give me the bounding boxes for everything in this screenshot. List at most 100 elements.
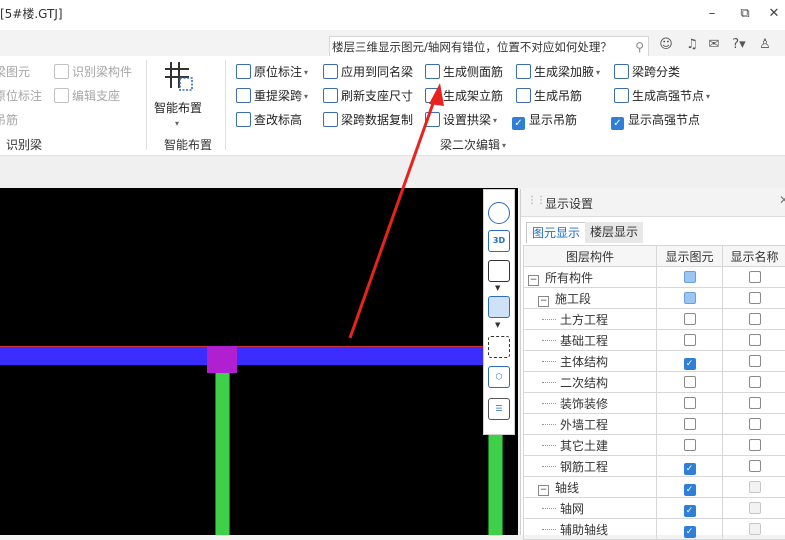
edit-support-button[interactable]: 编辑支座 xyxy=(54,86,120,106)
chevron-down-icon[interactable]: ▼ xyxy=(495,284,500,292)
table-row[interactable]: −施工段 xyxy=(524,288,785,309)
in-situ-mark-disabled-button[interactable]: 原位标注 xyxy=(0,86,42,106)
orbit-icon[interactable] xyxy=(488,202,510,224)
column-element-right[interactable] xyxy=(488,434,503,535)
component-view-icon[interactable]: ⬡ xyxy=(488,366,510,388)
panel-header: ⋮⋮ 显示设置 ✕ xyxy=(521,189,785,217)
show-name-checkbox[interactable] xyxy=(749,523,761,535)
settings-list-icon[interactable]: ☰ xyxy=(488,398,510,420)
generate-side-rebar-button[interactable]: 生成侧面筋 xyxy=(425,62,503,82)
apply-same-name-beam-button[interactable]: 应用到同名梁 xyxy=(323,62,413,82)
tree-line xyxy=(542,361,556,362)
show-name-checkbox[interactable] xyxy=(749,271,761,283)
show-name-checkbox[interactable] xyxy=(749,355,761,367)
show-element-checkbox[interactable] xyxy=(684,439,696,451)
tab-element-display[interactable]: 图元显示 xyxy=(526,222,586,243)
refresh-support-size-button[interactable]: 刷新支座尺寸 xyxy=(323,86,413,106)
show-element-checkbox[interactable] xyxy=(684,292,696,304)
close-icon[interactable]: ✕ xyxy=(779,193,785,207)
layer-label: 二次结构 xyxy=(560,376,608,390)
show-element-checkbox[interactable]: ✓ xyxy=(684,484,696,496)
show-element-checkbox[interactable] xyxy=(684,418,696,430)
maximize-button[interactable]: ⧉ xyxy=(733,4,757,24)
collapse-toggle-icon[interactable]: − xyxy=(528,275,539,286)
show-element-checkbox[interactable] xyxy=(684,376,696,388)
show-element-checkbox[interactable] xyxy=(684,271,696,283)
show-element-checkbox[interactable] xyxy=(684,334,696,346)
table-row[interactable]: 土方工程 xyxy=(524,309,785,330)
check-elevation-button[interactable]: 查改标高 xyxy=(236,110,302,130)
user-icon[interactable]: ☺ xyxy=(658,36,674,54)
show-name-checkbox[interactable] xyxy=(749,313,761,325)
table-row[interactable]: 外墙工程 xyxy=(524,414,785,435)
column-beam-joint[interactable] xyxy=(207,346,237,373)
show-element-checkbox[interactable]: ✓ xyxy=(684,526,696,538)
group-label-beam-edit[interactable]: 梁二次编辑▾ xyxy=(440,136,506,153)
shirt-icon[interactable]: ♙ xyxy=(757,36,773,54)
generate-haunch-button[interactable]: 生成梁加腋▾ xyxy=(516,62,600,82)
chevron-down-icon[interactable]: ▼ xyxy=(495,321,500,329)
show-name-checkbox[interactable] xyxy=(749,481,761,493)
span-classify-button[interactable]: 梁跨分类 xyxy=(614,62,680,82)
table-row[interactable]: −轴线✓ xyxy=(524,477,785,498)
cube-view-icon[interactable] xyxy=(488,260,510,282)
smart-layout-dropdown-icon[interactable]: ▾ xyxy=(175,114,179,134)
table-row[interactable]: 轴网✓ xyxy=(524,498,785,519)
close-button[interactable]: ✕ xyxy=(762,4,785,24)
show-name-checkbox[interactable] xyxy=(749,418,761,430)
tab-floor-display[interactable]: 楼层显示 xyxy=(585,222,643,243)
select-frame-icon[interactable] xyxy=(488,336,510,358)
show-name-checkbox[interactable] xyxy=(749,292,761,304)
show-name-checkbox[interactable] xyxy=(749,439,761,451)
drag-grip-icon[interactable]: ⋮⋮ xyxy=(527,195,545,206)
show-element-checkbox[interactable]: ✓ xyxy=(684,463,696,475)
set-arch-beam-button[interactable]: 设置拱梁▾ xyxy=(425,110,497,130)
generate-high-strength-node-button[interactable]: 生成高强节点▾ xyxy=(614,86,710,106)
checkbox-checked-icon: ✓ xyxy=(611,117,624,130)
collapse-toggle-icon[interactable]: − xyxy=(538,485,549,496)
table-row[interactable]: 钢筋工程✓ xyxy=(524,456,785,477)
minimize-button[interactable]: – xyxy=(700,4,724,24)
column-element[interactable] xyxy=(215,373,230,535)
beam-element-button[interactable]: 梁图元 xyxy=(0,62,30,82)
show-element-checkbox[interactable]: ✓ xyxy=(684,505,696,517)
window-title: [5#楼.GTJ] xyxy=(0,5,63,22)
apply-icon xyxy=(323,64,338,79)
table-row[interactable]: 二次结构 xyxy=(524,372,785,393)
copy-span-data-button[interactable]: 梁跨数据复制 xyxy=(323,110,413,130)
show-name-checkbox[interactable] xyxy=(749,376,761,388)
search-input[interactable]: 楼层三维显示图元/轴网有错位，位置不对应如何处理？ ⚲ xyxy=(329,36,649,58)
show-element-checkbox[interactable] xyxy=(684,313,696,325)
3d-view-icon[interactable]: 3D xyxy=(488,230,510,252)
table-row[interactable]: −所有构件 xyxy=(524,267,785,288)
cube-solid-icon[interactable] xyxy=(488,296,510,318)
show-hanger-checkbox[interactable]: ✓显示吊筋 xyxy=(512,110,577,130)
in-situ-mark-button[interactable]: 原位标注▾ xyxy=(236,62,308,82)
smart-layout-icon[interactable] xyxy=(163,60,193,94)
help-icon[interactable]: ?▾ xyxy=(731,36,747,54)
table-row[interactable]: 主体结构✓ xyxy=(524,351,785,372)
show-element-checkbox[interactable]: ✓ xyxy=(684,358,696,370)
show-element-checkbox[interactable] xyxy=(684,397,696,409)
generate-erection-rebar-button[interactable]: 生成架立筋 xyxy=(425,86,503,106)
relift-span-button[interactable]: 重提梁跨▾ xyxy=(236,86,308,106)
show-name-checkbox[interactable] xyxy=(749,334,761,346)
search-icon[interactable]: ⚲ xyxy=(633,37,644,57)
identify-beam-component-button[interactable]: 识别梁构件 xyxy=(54,62,132,82)
tree-line xyxy=(542,382,556,383)
show-high-strength-node-checkbox[interactable]: ✓显示高强节点 xyxy=(611,110,700,130)
table-row[interactable]: 装饰装修 xyxy=(524,393,785,414)
headset-icon[interactable]: ♫ xyxy=(684,36,700,54)
show-name-checkbox[interactable] xyxy=(749,397,761,409)
show-name-checkbox[interactable] xyxy=(749,460,761,472)
table-row[interactable]: 其它土建 xyxy=(524,435,785,456)
beam-element[interactable] xyxy=(0,346,483,365)
message-icon[interactable]: ✉ xyxy=(706,36,722,54)
generate-hanger-button[interactable]: 生成吊筋 xyxy=(516,86,582,106)
show-name-cell xyxy=(723,477,785,498)
table-row[interactable]: 辅助轴线✓ xyxy=(524,519,785,540)
hanger-disabled-button[interactable]: 吊筋 xyxy=(0,110,18,130)
collapse-toggle-icon[interactable]: − xyxy=(538,296,549,307)
table-row[interactable]: 基础工程 xyxy=(524,330,785,351)
show-name-checkbox[interactable] xyxy=(749,502,761,514)
